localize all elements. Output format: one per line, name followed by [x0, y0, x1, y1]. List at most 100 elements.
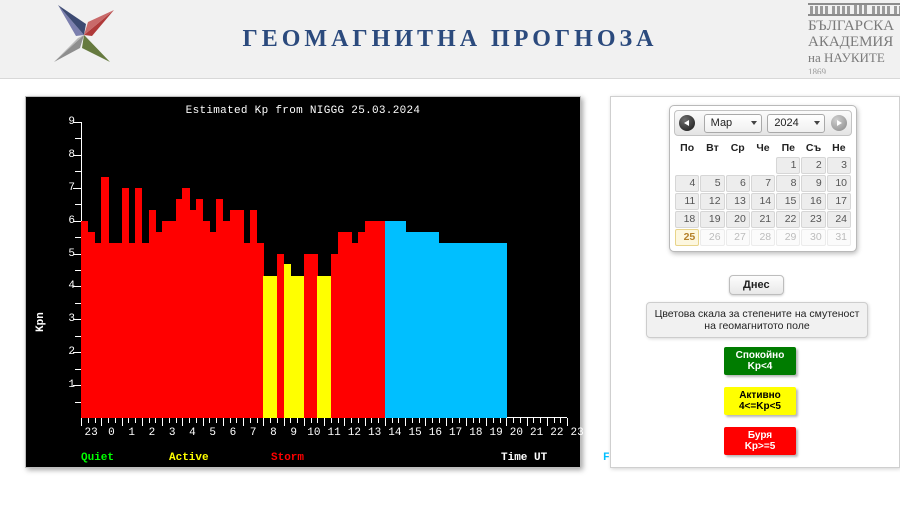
- bas-line-2: АКАДЕМИЯ: [808, 34, 894, 50]
- calendar-cell: 28: [750, 229, 776, 246]
- calendar-weekday: Пе: [781, 142, 795, 154]
- calendar-day-12[interactable]: 12: [700, 193, 725, 210]
- chart-x-minor-tick: [459, 418, 460, 423]
- chart-y-minor-tick: [75, 171, 81, 173]
- chart-x-minor-tick: [249, 418, 251, 423]
- calendar-day-29[interactable]: 29: [776, 229, 801, 246]
- calendar-cell: 11: [675, 193, 700, 210]
- calendar-day-25[interactable]: 25: [675, 229, 700, 246]
- chart-x-tick: [121, 418, 123, 426]
- today-button[interactable]: Днес: [729, 275, 784, 295]
- chart-x-tick: [445, 418, 447, 426]
- calendar-day-2[interactable]: 2: [801, 157, 826, 174]
- prev-month-arrow-icon[interactable]: [679, 115, 695, 131]
- calendar-cell: 24: [826, 211, 851, 228]
- scale-badge-storm-range: Kp>=5: [744, 441, 776, 452]
- calendar-day-24[interactable]: 24: [826, 211, 851, 228]
- chart-x-tick-label: 20: [509, 427, 523, 439]
- bas-line-1: БЪЛГАРСКА: [808, 18, 895, 34]
- calendar-day-17[interactable]: 17: [826, 193, 851, 210]
- chart-x-tick-label: 22: [550, 427, 564, 439]
- calendar-day-9[interactable]: 9: [801, 175, 826, 192]
- chart-legend-storm: Storm: [271, 452, 305, 464]
- calendar-day-7[interactable]: 7: [750, 175, 776, 192]
- calendar-cell: 15: [776, 193, 801, 210]
- calendar-day-1[interactable]: 1: [776, 157, 801, 174]
- chart-y-tick-label: 4: [68, 280, 75, 293]
- calendar-day-18[interactable]: 18: [675, 211, 700, 228]
- chart-x-minor-tick: [411, 418, 413, 423]
- calendar-day-4[interactable]: 4: [675, 175, 700, 192]
- scale-badge-quiet-name: Спокойно: [735, 350, 785, 361]
- chart-x-tick: [162, 418, 163, 426]
- date-picker-calendar[interactable]: Мар 2024 По Вт Ср Че Пе Съ Не 1 2 3 4 5 6 7 8 9 10 11 12 1…: [669, 105, 857, 252]
- calendar-day-11[interactable]: 11: [675, 193, 700, 210]
- year-select[interactable]: 2024: [767, 113, 826, 133]
- calendar-weekday: Съ: [805, 142, 822, 154]
- chart-x-tick: [405, 418, 406, 426]
- chevron-down-icon: [814, 121, 821, 125]
- scale-badge-storm-name: Буря: [747, 430, 773, 441]
- calendar-day-22[interactable]: 22: [776, 211, 801, 228]
- month-select-value: Мар: [710, 117, 733, 129]
- next-month-arrow-icon[interactable]: [830, 115, 847, 131]
- month-select[interactable]: Мар: [703, 113, 762, 133]
- chart-x-tick: [546, 418, 548, 426]
- calendar-day-6[interactable]: 6: [725, 175, 750, 192]
- calendar-day-23[interactable]: 23: [801, 211, 826, 228]
- calendar-day-27[interactable]: 27: [725, 229, 750, 246]
- calendar-day-13[interactable]: 13: [725, 193, 750, 210]
- chart-x-minor-tick: [330, 418, 332, 423]
- chart-x-tick-label: 4: [189, 427, 196, 439]
- calendar-day-28[interactable]: 28: [750, 229, 776, 246]
- calendar-week-row: 123: [675, 157, 851, 174]
- calendar-day-31[interactable]: 31: [826, 229, 851, 246]
- calendar-day-3[interactable]: 3: [826, 157, 851, 174]
- chart-legend-quiet: Quiet: [81, 452, 115, 464]
- chart-x-minor-tick: [479, 418, 481, 423]
- calendar-week-row: 18 19 20 21 22 23 24: [675, 211, 851, 228]
- chart-x-tick: [384, 418, 386, 426]
- chart-x-tick-label: 17: [449, 427, 463, 439]
- chart-y-minor-tick: [75, 204, 81, 206]
- chart-x-minor-tick: [128, 418, 130, 423]
- chart-x-minor-tick: [560, 418, 562, 423]
- chart-x-tick: [182, 418, 184, 426]
- calendar-day-8[interactable]: 8: [776, 175, 801, 192]
- chart-x-minor-tick: [168, 418, 170, 423]
- calendar-cell: 5: [700, 175, 725, 192]
- chart-x-tick-label: 8: [270, 427, 277, 439]
- calendar-day-14[interactable]: 14: [750, 193, 776, 210]
- calendar-cell: 29: [776, 229, 801, 246]
- calendar-cell: 25: [675, 229, 700, 246]
- bas-year: 1869: [808, 67, 826, 74]
- chart-x-minor-tick: [94, 418, 96, 423]
- chart-plot-area: 123456789 23 0 1 2 3 4 5 6 7 8 9 10 11 12 13 14 15 16 17 18…: [68, 116, 583, 439]
- calendar-day-empty: [700, 164, 724, 168]
- calendar-day-15[interactable]: 15: [776, 193, 801, 210]
- calendar-day-empty: [726, 164, 750, 168]
- calendar-grid: По Вт Ср Че Пе Съ Не 1 2 3 4 5 6 7 8 9 10 11 12 13 14 15 16 17…: [674, 138, 852, 247]
- chart-x-minor-tick: [391, 418, 393, 423]
- chart-x-tick: [303, 418, 305, 426]
- chart-x-minor-tick: [540, 418, 541, 423]
- calendar-header: Мар 2024: [674, 110, 852, 136]
- calendar-day-5[interactable]: 5: [700, 175, 725, 192]
- calendar-day-26[interactable]: 26: [700, 229, 725, 246]
- calendar-day-10[interactable]: 10: [826, 175, 851, 192]
- calendar-day-21[interactable]: 21: [750, 211, 776, 228]
- calendar-day-19[interactable]: 19: [700, 211, 725, 228]
- calendar-day-20[interactable]: 20: [725, 211, 750, 228]
- calendar-weekday: Вт: [706, 142, 719, 154]
- calendar-day-empty: [675, 164, 699, 168]
- calendar-cell: 7: [750, 175, 776, 192]
- calendar-day-16[interactable]: 16: [801, 193, 826, 210]
- chart-bar-forecast: [499, 242, 507, 418]
- chart-x-minor-tick: [357, 418, 359, 423]
- calendar-day-30[interactable]: 30: [801, 229, 826, 246]
- calendar-cell: 6: [725, 175, 750, 192]
- chart-x-tick: [81, 418, 82, 426]
- calendar-cell: 18: [675, 211, 700, 228]
- chart-x-minor-tick: [189, 418, 190, 423]
- chart-y-minor-tick: [75, 138, 81, 140]
